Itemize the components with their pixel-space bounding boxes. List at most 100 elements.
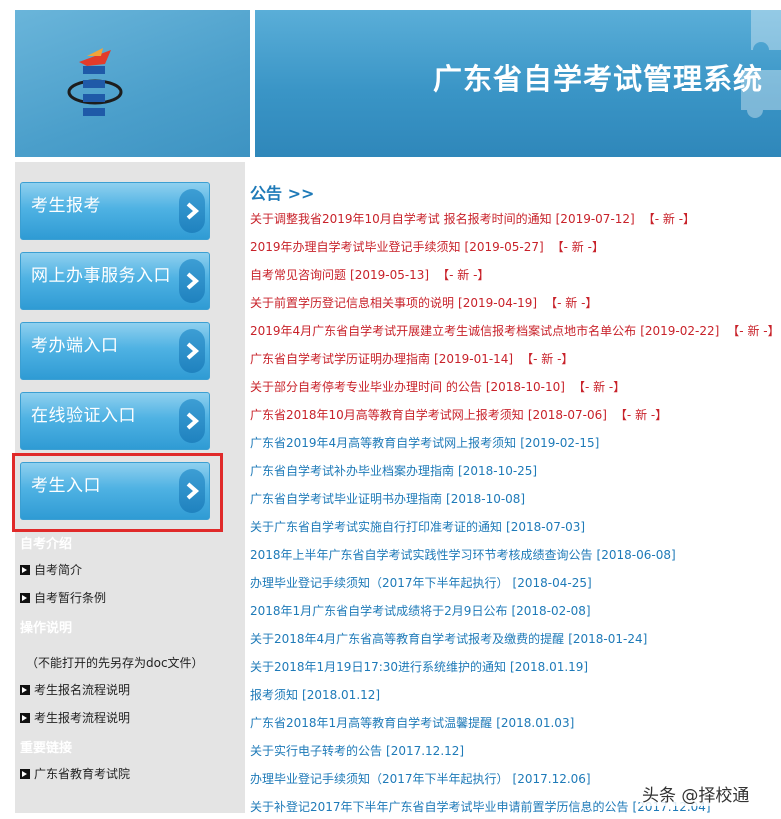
notice-date: [2018.01.03] <box>496 716 575 730</box>
notice-date: [2018-10-25] <box>458 464 538 478</box>
notice-title: 关于调整我省2019年10月自学考试 报名报考时间的通知 <box>250 212 552 226</box>
new-badge: 【- 新 -】 <box>614 408 668 422</box>
notice-title: 广东省2018年1月高等教育自学考试温馨提醒 <box>250 716 493 730</box>
notice-date: [2018-10-08] <box>446 492 526 506</box>
notice-title: 2019年办理自学考试毕业登记手续须知 <box>250 240 461 254</box>
notice-title: 广东省自学考试毕业证明书办理指南 <box>250 492 443 506</box>
annotation-highlight-box <box>12 453 223 532</box>
logo-panel <box>15 10 250 157</box>
nav-button-label: 网上办事服务入口 <box>31 266 171 286</box>
notice-item[interactable]: 广东省自学考试毕业证明书办理指南 [2018-10-08] <box>250 490 525 508</box>
notice-item[interactable]: 广东省2018年10月高等教育自学考试网上报考须知 [2018-07-06] 【- … <box>250 406 667 424</box>
nav-button-label: 在线验证入口 <box>31 406 136 426</box>
notice-title: 关于补登记2017年下半年广东省自学考试毕业申请前置学历信息的公告 <box>250 800 629 814</box>
nav-button-online-service[interactable]: 网上办事服务入口 <box>20 252 210 310</box>
notice-item[interactable]: 关于实行电子转考的公告 [2017.12.12] <box>250 742 464 760</box>
notice-title: 自考常见咨询问题 <box>250 268 347 282</box>
arrow-bullet-icon <box>20 685 30 695</box>
nav-button-exam-office[interactable]: 考办端入口 <box>20 322 210 380</box>
notice-item[interactable]: 2019年4月广东省自学考试开展建立考生诚信报考档案试点地市名单公布 [2019-… <box>250 322 780 340</box>
notice-item[interactable]: 广东省自学考试学历证明办理指南 [2019-01-14] 【- 新 -】 <box>250 350 573 368</box>
emblem-logo-icon <box>67 48 123 116</box>
notice-section-title: 公告 >> <box>250 184 315 203</box>
notice-title: 2019年4月广东省自学考试开展建立考生诚信报考档案试点地市名单公布 <box>250 324 637 338</box>
notice-item[interactable]: 关于2018年4月广东省高等教育自学考试报考及缴费的提醒 [2018-01-24] <box>250 630 647 648</box>
sidebar-link-apply-flow[interactable]: 考生报考流程说明 <box>20 709 130 726</box>
nav-button-label: 考生报考 <box>31 196 101 216</box>
notice-item[interactable]: 2018年1月广东省自学考试成绩将于2月9日公布 [2018-02-08] <box>250 602 591 620</box>
notice-title: 广东省自学考试补办毕业档案办理指南 <box>250 464 455 478</box>
doc-note: （不能打开的先另存为doc文件） <box>26 656 204 670</box>
section-heading-instructions: 操作说明 <box>20 621 73 636</box>
notice-item[interactable]: 办理毕业登记手续须知（2017年下半年起执行） [2017.12.06] <box>250 770 591 788</box>
new-badge: 【- 新 -】 <box>551 240 604 254</box>
notice-date: [2018-07-03] <box>506 520 586 534</box>
notice-date: [2018.01.12] <box>302 688 381 702</box>
watermark: 头条 @择校通 <box>640 781 752 806</box>
arrow-bullet-icon <box>20 593 30 603</box>
new-badge: 【- 新 -】 <box>727 324 780 338</box>
notice-item[interactable]: 广东省自学考试补办毕业档案办理指南 [2018-10-25] <box>250 462 537 480</box>
section-heading-intro: 自考介绍 <box>20 537 73 552</box>
sidebar-link-exam-authority[interactable]: 广东省教育考试院 <box>20 765 130 782</box>
notice-title: 关于部分自考停考专业毕业办理时间 的公告 <box>250 380 482 394</box>
notice-title: 办理毕业登记手续须知（2017年下半年起执行） <box>250 772 509 786</box>
new-badge: 【- 新 -】 <box>521 352 574 366</box>
arrow-bullet-icon <box>20 565 30 575</box>
notice-item[interactable]: 关于2018年1月19日17:30进行系统维护的通知 [2018.01.19] <box>250 658 588 676</box>
nav-button-label: 考办端入口 <box>31 336 119 356</box>
notice-item[interactable]: 关于前置学历登记信息相关事项的说明 [2019-04-19] 【- 新 -】 <box>250 294 597 312</box>
notice-date: [2019-04-19] <box>458 296 538 310</box>
notice-date: [2019-07-12] <box>555 212 635 226</box>
arrow-bullet-icon <box>20 713 30 723</box>
notice-item[interactable]: 广东省2019年4月高等教育自学考试网上报考须知 [2019-02-15] <box>250 434 599 452</box>
chevron-right-icon <box>179 259 205 303</box>
notice-item[interactable]: 关于部分自考停考专业毕业办理时间 的公告 [2018-10-10] 【- 新 -】 <box>250 378 625 396</box>
new-badge: 【- 新 -】 <box>642 212 696 226</box>
notice-date: [2019-02-15] <box>520 436 600 450</box>
notice-item[interactable]: 关于广东省自学考试实施自行打印准考证的通知 [2018-07-03] <box>250 518 585 536</box>
notice-date: [2017.12.12] <box>386 744 465 758</box>
notice-item[interactable]: 广东省2018年1月高等教育自学考试温馨提醒 [2018.01.03] <box>250 714 574 732</box>
notice-title: 广东省2019年4月高等教育自学考试网上报考须知 <box>250 436 517 450</box>
notice-date: [2018-06-08] <box>596 548 676 562</box>
notice-title: 关于实行电子转考的公告 <box>250 744 383 758</box>
sidebar-link-label: 考生报名流程说明 <box>34 683 131 697</box>
sidebar-link-intro[interactable]: 自考简介 <box>20 561 82 578</box>
notice-date: [2018-02-08] <box>511 604 591 618</box>
notice-title: 关于前置学历登记信息相关事项的说明 <box>250 296 455 310</box>
header-banner: 广东省自学考试管理系统 <box>255 10 781 157</box>
notice-date: [2018-10-10] <box>485 380 565 394</box>
notice-title: 办理毕业登记手续须知（2017年下半年起执行） <box>250 576 509 590</box>
sidebar-link-label: 考生报考流程说明 <box>34 711 131 725</box>
notice-title: 2018年上半年广东省自学考试实践性学习环节考核成绩查询公告 <box>250 548 593 562</box>
notice-title: 关于2018年1月19日17:30进行系统维护的通知 <box>250 660 507 674</box>
chevron-right-icon <box>179 399 205 443</box>
notice-title: 2018年1月广东省自学考试成绩将于2月9日公布 <box>250 604 508 618</box>
notice-item[interactable]: 2018年上半年广东省自学考试实践性学习环节考核成绩查询公告 [2018-06-0… <box>250 546 676 564</box>
notice-date: [2018-04-25] <box>512 576 592 590</box>
notice-date: [2019-05-13] <box>350 268 430 282</box>
new-badge: 【- 新 -】 <box>572 380 626 394</box>
section-heading-links: 重要链接 <box>20 741 73 756</box>
notice-title: 关于2018年4月广东省高等教育自学考试报考及缴费的提醒 <box>250 632 565 646</box>
sidebar-link-label: 广东省教育考试院 <box>34 767 131 781</box>
nav-button-exam-registration[interactable]: 考生报考 <box>20 182 210 240</box>
notice-item[interactable]: 2019年办理自学考试毕业登记手续须知 [2019-05-27] 【- 新 -】 <box>250 238 604 256</box>
notice-title: 报考须知 <box>250 688 299 702</box>
notice-date: [2019-01-14] <box>434 352 514 366</box>
notice-item[interactable]: 自考常见咨询问题 [2019-05-13] 【- 新 -】 <box>250 266 489 284</box>
nav-button-online-verify[interactable]: 在线验证入口 <box>20 392 210 450</box>
sidebar-link-signup-flow[interactable]: 考生报名流程说明 <box>20 681 130 698</box>
new-badge: 【- 新 -】 <box>437 268 490 282</box>
chevron-right-icon <box>179 329 205 373</box>
notice-item[interactable]: 报考须知 [2018.01.12] <box>250 686 380 704</box>
notice-date: [2017.12.06] <box>512 772 591 786</box>
notice-date: [2019-02-22] <box>640 324 720 338</box>
notice-item[interactable]: 办理毕业登记手续须知（2017年下半年起执行） [2018-04-25] <box>250 574 592 592</box>
notice-item[interactable]: 关于调整我省2019年10月自学考试 报名报考时间的通知 [2019-07-12]… <box>250 210 695 228</box>
notice-date: [2018.01.19] <box>510 660 589 674</box>
notice-date: [2019-05-27] <box>464 240 544 254</box>
sidebar-link-regulations[interactable]: 自考暂行条例 <box>20 589 106 606</box>
new-badge: 【- 新 -】 <box>545 296 598 310</box>
